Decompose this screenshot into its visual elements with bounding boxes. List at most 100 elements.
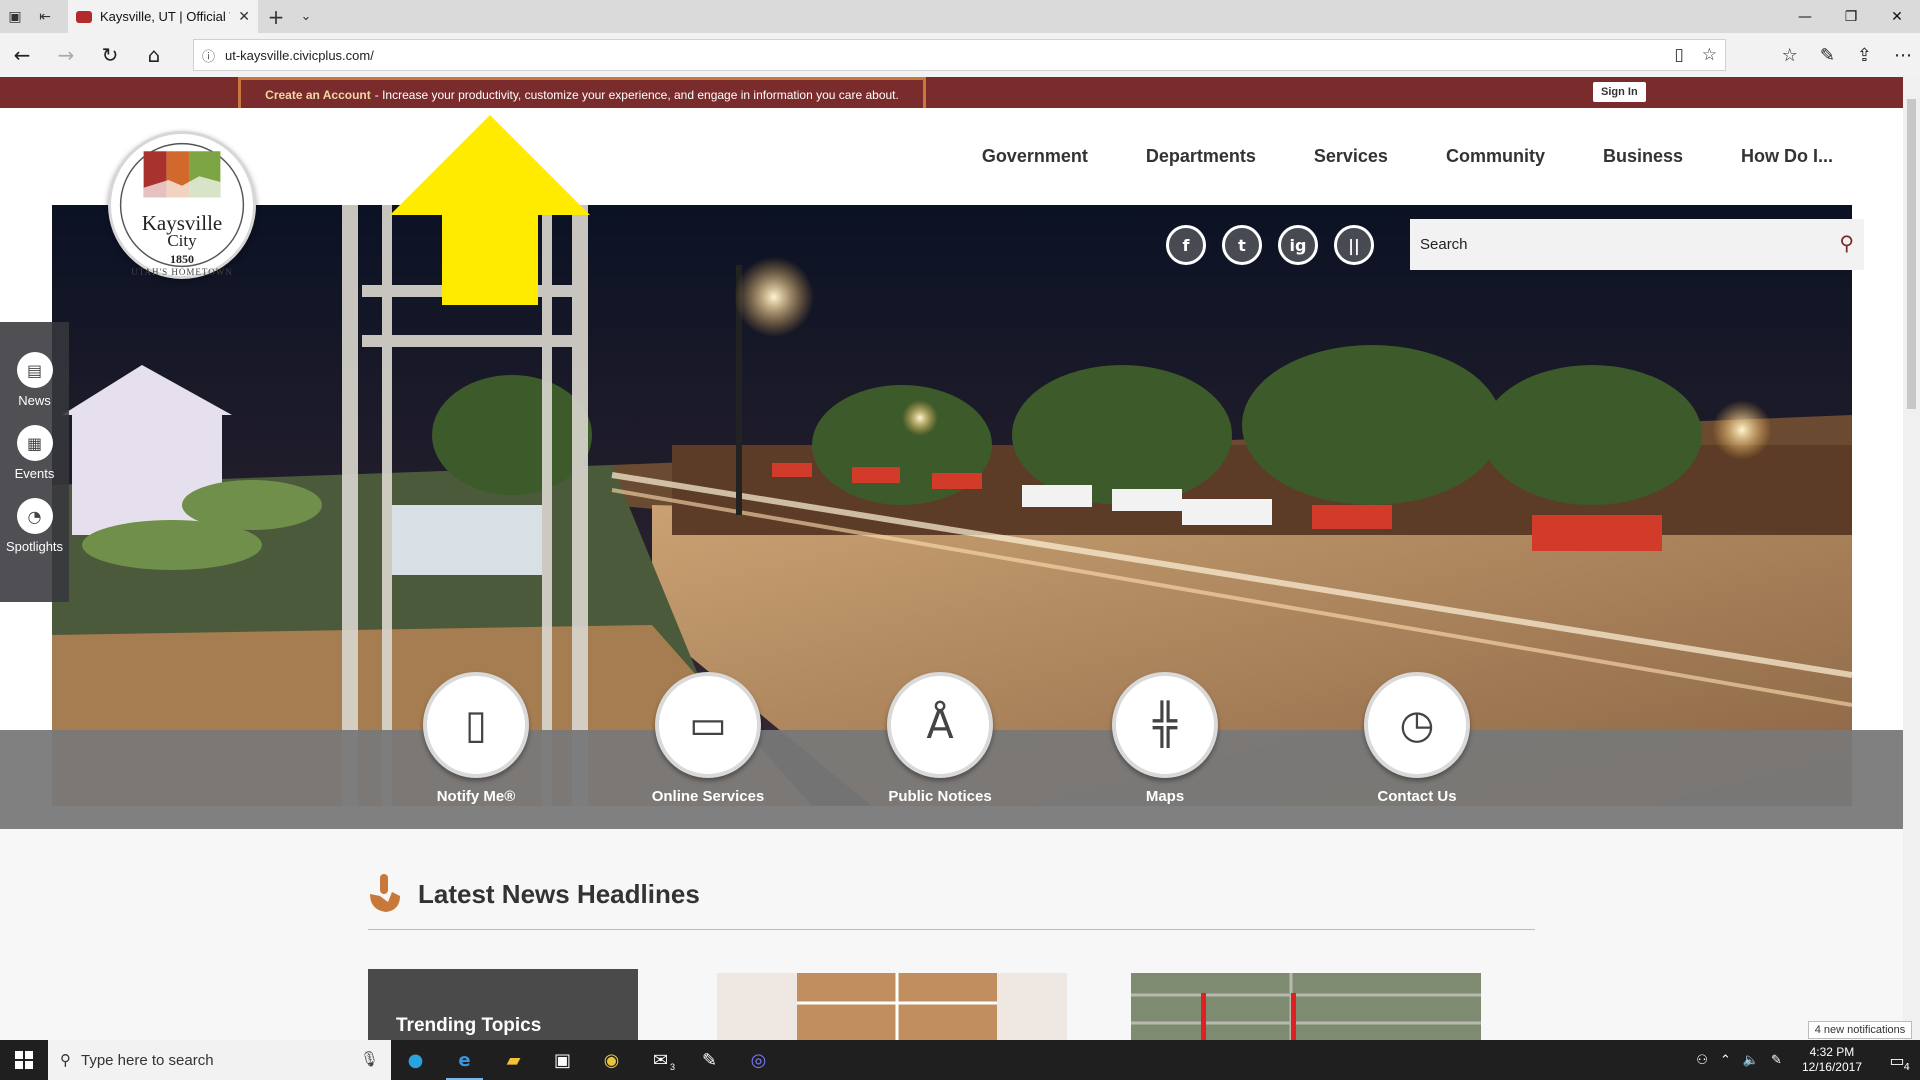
quick-link-notify-me[interactable]: ▯ Notify Me®: [401, 672, 551, 805]
folder-icon: ▰: [506, 1049, 521, 1071]
nav-government[interactable]: Government: [982, 146, 1088, 167]
clock-time: 4:32 PM: [1809, 1045, 1855, 1059]
show-hidden-icons-chevron-icon[interactable]: ⌃: [1720, 1053, 1731, 1068]
more-menu-icon[interactable]: ⋯: [1894, 45, 1912, 66]
taskbar-search-box[interactable]: ⚲ Type here to search 🎙: [48, 1040, 391, 1080]
sidebar-item-spotlights[interactable]: ◔ Spotlights: [0, 498, 69, 554]
tab-close-icon[interactable]: ✕: [238, 9, 250, 25]
nav-community[interactable]: Community: [1446, 146, 1545, 167]
home-icon[interactable]: ⌂: [132, 33, 176, 77]
quick-link-maps[interactable]: ╬ Maps: [1090, 672, 1240, 805]
news-section: Latest News Headlines Trending Topics: [0, 829, 1903, 1040]
news-finger-icon: [370, 874, 400, 912]
url-field[interactable]: ⓘ ut-kaysville.civicplus.com/ ▯ ☆: [193, 39, 1726, 71]
taskbar-app-edge[interactable]: e: [440, 1040, 489, 1080]
close-window-icon[interactable]: ✕: [1874, 0, 1920, 33]
new-tab-button[interactable]: +: [258, 5, 294, 29]
news-heading: Latest News Headlines: [418, 879, 700, 909]
clock-date: 12/16/2017: [1801, 1060, 1862, 1074]
site-header: Government Departments Services Communit…: [0, 108, 1903, 204]
twitter-icon[interactable]: t: [1222, 225, 1262, 265]
quick-link-label: Notify Me®: [436, 788, 516, 805]
calendar-icon: ▦: [16, 425, 53, 461]
reading-view-icon[interactable]: ▯: [1674, 45, 1683, 65]
create-account-message: - Increase your productivity, customize …: [374, 88, 899, 102]
trending-topics-panel[interactable]: Trending Topics: [368, 969, 638, 1040]
taskbar-app-other[interactable]: ◎: [734, 1040, 783, 1080]
taskbar-app-mail[interactable]: ✉ 3: [636, 1040, 685, 1080]
spotlight-icon: ◔: [16, 498, 53, 534]
nav-business[interactable]: Business: [1603, 146, 1683, 167]
taskbar-app-cortana[interactable]: ●: [391, 1040, 440, 1080]
system-clock[interactable]: 4:32 PM 12/16/2017: [1802, 1045, 1862, 1075]
web-note-icon[interactable]: ✎: [1820, 45, 1835, 66]
favorite-star-icon[interactable]: ☆: [1702, 45, 1717, 65]
taskbar-app-store[interactable]: ▣: [538, 1040, 587, 1080]
set-tabs-aside-icon[interactable]: ⇤: [30, 0, 60, 33]
create-account-link[interactable]: Create an Account: [265, 88, 371, 102]
browser-tab[interactable]: Kaysville, UT | Official W ✕: [68, 0, 258, 33]
web-page: Create an Account - Increase your produc…: [0, 77, 1920, 1040]
share-icon[interactable]: ⇪: [1857, 45, 1872, 66]
people-icon[interactable]: ⚇: [1696, 1053, 1708, 1068]
window-controls: — ❐ ✕: [1782, 0, 1920, 33]
site-search-input[interactable]: Search ⚲: [1410, 219, 1864, 270]
forward-icon[interactable]: →: [44, 33, 88, 77]
pause-slideshow-icon[interactable]: ||: [1334, 225, 1374, 265]
action-center-icon: ▭: [1889, 1050, 1905, 1070]
sidebar-item-events[interactable]: ▦ Events: [0, 425, 69, 481]
site-favicon-icon: [76, 10, 92, 23]
taskbar-app-file-explorer[interactable]: ▰: [489, 1040, 538, 1080]
quick-link-public-notices[interactable]: Å Public Notices: [865, 672, 1015, 805]
sidebar-item-news[interactable]: ▤ News: [0, 352, 69, 408]
volume-icon[interactable]: 🔈: [1743, 1053, 1759, 1068]
facebook-icon[interactable]: f: [1166, 225, 1206, 265]
instagram-icon[interactable]: ig: [1278, 225, 1318, 265]
sign-in-button[interactable]: Sign In: [1593, 82, 1646, 102]
taskbar-app-chrome[interactable]: ◉: [587, 1040, 636, 1080]
quick-link-contact-us[interactable]: ◷ Contact Us: [1342, 672, 1492, 805]
windows-taskbar: ⚲ Type here to search 🎙 ● e ▰ ▣ ◉ ✉ 3 ✎ …: [0, 1040, 1920, 1080]
news-divider: [368, 929, 1535, 930]
url-text: ut-kaysville.civicplus.com/: [225, 47, 374, 63]
site-info-icon[interactable]: ⓘ: [202, 46, 215, 65]
microphone-icon[interactable]: 🎙: [360, 1050, 379, 1068]
phone-icon: ▯: [423, 672, 529, 778]
notification-toast[interactable]: 4 new notifications: [1808, 1021, 1912, 1039]
nav-how-do-i[interactable]: How Do I...: [1741, 146, 1833, 167]
news-thumbnail-boxes[interactable]: [717, 973, 1067, 1040]
taskbar-search-placeholder: Type here to search: [81, 1051, 214, 1069]
account-bar: Create an Account - Increase your produc…: [0, 77, 1903, 113]
nav-services[interactable]: Services: [1314, 146, 1388, 167]
logo-motto: UTAH'S HOMETOWN: [131, 267, 233, 277]
quick-link-label: Maps: [1145, 788, 1185, 805]
quick-link-online-services[interactable]: ▭ Online Services: [633, 672, 783, 805]
sidebar-label-news: News: [18, 393, 51, 408]
back-icon[interactable]: ←: [0, 33, 44, 77]
scrollbar-thumb[interactable]: [1907, 99, 1916, 409]
quick-link-label: Online Services: [651, 788, 765, 805]
restore-icon[interactable]: ❐: [1828, 0, 1874, 33]
sidebar-label-events: Events: [14, 466, 55, 481]
taskbar-app-paint[interactable]: ✎: [685, 1040, 734, 1080]
logo-name-line2: City: [167, 231, 197, 250]
main-navigation: Government Departments Services Communit…: [982, 108, 1833, 204]
start-button[interactable]: [0, 1040, 48, 1080]
minimize-icon[interactable]: —: [1782, 0, 1828, 33]
page-scrollbar[interactable]: [1903, 77, 1920, 1040]
hub-favorites-icon[interactable]: ☆: [1782, 45, 1798, 66]
tab-list-chevron-icon[interactable]: ⌄: [294, 9, 318, 24]
windows-logo-icon: [15, 1051, 33, 1069]
news-thumbnail-map[interactable]: [1131, 973, 1481, 1040]
browser-tab-bar: ▣ ⇤ Kaysville, UT | Official W ✕ + ⌄ — ❐…: [0, 0, 1920, 33]
quick-link-label: Public Notices: [888, 788, 992, 805]
search-icon[interactable]: ⚲: [1839, 231, 1854, 255]
action-center-button[interactable]: 4 ▭: [1882, 1045, 1912, 1075]
nav-departments[interactable]: Departments: [1146, 146, 1256, 167]
refresh-icon[interactable]: ↻: [88, 33, 132, 77]
sidebar-label-spotlights: Spotlights: [5, 539, 64, 554]
browser-toolbar: ☆ ✎ ⇪ ⋯: [1782, 33, 1912, 77]
pen-icon[interactable]: ✎: [1771, 1053, 1782, 1068]
tab-preview-icon[interactable]: ▣: [0, 0, 30, 33]
notification-count: 4: [1903, 1062, 1910, 1073]
